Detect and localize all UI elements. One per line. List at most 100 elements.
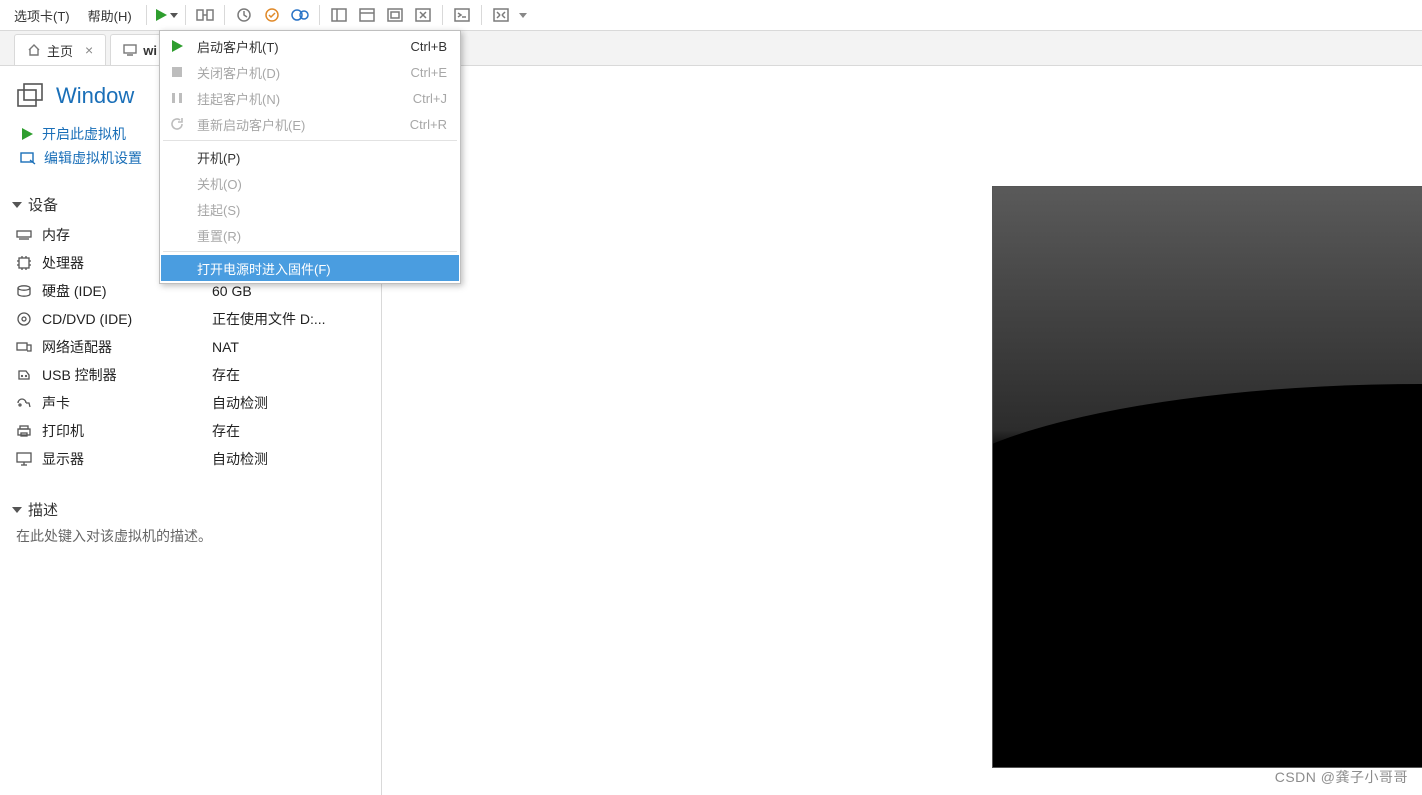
device-icon xyxy=(16,249,42,277)
menu-item-shortcut: Ctrl+B xyxy=(411,39,447,54)
device-value: 存在 xyxy=(212,361,365,389)
vm-title-text: Window xyxy=(56,83,134,109)
menu-item-label: 开机(P) xyxy=(197,148,447,167)
device-value: NAT xyxy=(212,333,365,361)
device-row[interactable]: USB 控制器存在 xyxy=(16,361,365,389)
send-input-button[interactable] xyxy=(192,2,218,28)
menu-shutdown: 关机(O) xyxy=(161,170,459,196)
close-icon[interactable]: × xyxy=(85,42,93,58)
dropdown-arrow-icon[interactable] xyxy=(169,11,179,19)
stop-icon xyxy=(167,66,187,78)
action-label: 编辑虚拟机设置 xyxy=(44,148,142,168)
device-row[interactable]: 打印机存在 xyxy=(16,417,365,445)
toolbar-separator xyxy=(442,5,443,25)
console-button[interactable] xyxy=(449,2,475,28)
menu-item-label: 打开电源时进入固件(F) xyxy=(197,259,447,278)
menu-enter-firmware[interactable]: 打开电源时进入固件(F) xyxy=(161,255,459,281)
menu-options[interactable]: 选项卡(T) xyxy=(6,6,78,25)
device-icon xyxy=(16,445,42,473)
menu-restart-guest: 重新启动客户机(E) Ctrl+R xyxy=(161,111,459,137)
power-dropdown-menu: 启动客户机(T) Ctrl+B 关闭客户机(D) Ctrl+E 挂起客户机(N)… xyxy=(159,30,461,284)
menu-item-label: 重置(R) xyxy=(197,226,447,245)
edit-settings-icon xyxy=(20,151,36,165)
device-label: 声卡 xyxy=(42,389,212,417)
device-label: 显示器 xyxy=(42,445,212,473)
stretch-button[interactable] xyxy=(488,2,514,28)
device-icon xyxy=(16,417,42,445)
menu-item-label: 启动客户机(T) xyxy=(197,37,401,56)
device-label: 网络适配器 xyxy=(42,333,212,361)
toolbar: 选项卡(T) 帮助(H) xyxy=(0,0,1422,31)
menu-item-label: 关机(O) xyxy=(197,174,447,193)
restart-icon xyxy=(167,117,187,131)
menu-item-shortcut: Ctrl+J xyxy=(413,91,447,106)
fullscreen-button[interactable] xyxy=(382,2,408,28)
dropdown-arrow-icon[interactable] xyxy=(516,11,530,19)
menu-help[interactable]: 帮助(H) xyxy=(80,6,140,25)
view-single-button[interactable] xyxy=(354,2,380,28)
menu-start-guest[interactable]: 启动客户机(T) Ctrl+B xyxy=(161,33,459,59)
description-placeholder[interactable]: 在此处键入对该虚拟机的描述。 xyxy=(16,526,365,546)
toolbar-separator xyxy=(481,5,482,25)
unity-button[interactable] xyxy=(410,2,436,28)
device-label: 打印机 xyxy=(42,417,212,445)
toolbar-separator xyxy=(185,5,186,25)
device-value: 自动检测 xyxy=(212,389,365,417)
section-description[interactable]: 描述 xyxy=(12,499,365,520)
menu-item-label: 重新启动客户机(E) xyxy=(197,115,400,134)
preview-curve xyxy=(992,384,1422,768)
device-value: 正在使用文件 D:... xyxy=(212,305,365,333)
device-value: 自动检测 xyxy=(212,445,365,473)
menu-item-label: 挂起客户机(N) xyxy=(197,89,403,108)
tab-home[interactable]: 主页 × xyxy=(14,34,106,65)
vm-preview-thumbnail[interactable] xyxy=(992,186,1422,768)
view-split-button[interactable] xyxy=(326,2,352,28)
device-label: USB 控制器 xyxy=(42,361,212,389)
toolbar-separator xyxy=(146,5,147,25)
device-row[interactable]: 显示器自动检测 xyxy=(16,445,365,473)
device-row[interactable]: CD/DVD (IDE)正在使用文件 D:... xyxy=(16,305,365,333)
toolbar-separator xyxy=(224,5,225,25)
manage-snapshot-button[interactable] xyxy=(287,2,313,28)
snapshot-button[interactable] xyxy=(231,2,257,28)
home-icon xyxy=(27,43,41,57)
device-row[interactable]: 声卡自动检测 xyxy=(16,389,365,417)
menu-item-label: 关闭客户机(D) xyxy=(197,63,401,82)
menu-close-guest: 关闭客户机(D) Ctrl+E xyxy=(161,59,459,85)
device-row[interactable]: 网络适配器NAT xyxy=(16,333,365,361)
device-label: CD/DVD (IDE) xyxy=(42,305,212,333)
menu-suspend2: 挂起(S) xyxy=(161,196,459,222)
menu-power-on[interactable]: 开机(P) xyxy=(161,144,459,170)
chevron-down-icon xyxy=(12,200,22,210)
device-icon xyxy=(16,361,42,389)
toolbar-separator xyxy=(319,5,320,25)
play-icon xyxy=(20,127,34,141)
device-icon xyxy=(16,389,42,417)
menu-separator xyxy=(163,140,457,141)
device-icon xyxy=(16,221,42,249)
device-value: 存在 xyxy=(212,417,365,445)
vm-main-area xyxy=(382,66,1422,795)
menu-separator xyxy=(163,251,457,252)
section-label: 描述 xyxy=(28,499,58,520)
menu-item-shortcut: Ctrl+E xyxy=(411,65,447,80)
device-icon xyxy=(16,305,42,333)
tab-label: 主页 xyxy=(47,41,73,60)
vm-icon xyxy=(123,44,137,56)
pause-icon xyxy=(167,92,187,104)
menu-suspend-guest: 挂起客户机(N) Ctrl+J xyxy=(161,85,459,111)
power-button[interactable] xyxy=(153,2,179,28)
device-icon xyxy=(16,277,42,305)
menu-reset: 重置(R) xyxy=(161,222,459,248)
device-icon xyxy=(16,333,42,361)
menu-item-shortcut: Ctrl+R xyxy=(410,117,447,132)
play-icon xyxy=(153,7,169,23)
action-label: 开启此虚拟机 xyxy=(42,124,126,144)
tab-label: wi xyxy=(143,43,157,58)
menu-item-label: 挂起(S) xyxy=(197,200,447,219)
vm-tabs-icon xyxy=(16,82,46,110)
chevron-down-icon xyxy=(12,505,22,515)
play-icon xyxy=(167,39,187,53)
revert-snapshot-button[interactable] xyxy=(259,2,285,28)
section-label: 设备 xyxy=(28,194,58,215)
